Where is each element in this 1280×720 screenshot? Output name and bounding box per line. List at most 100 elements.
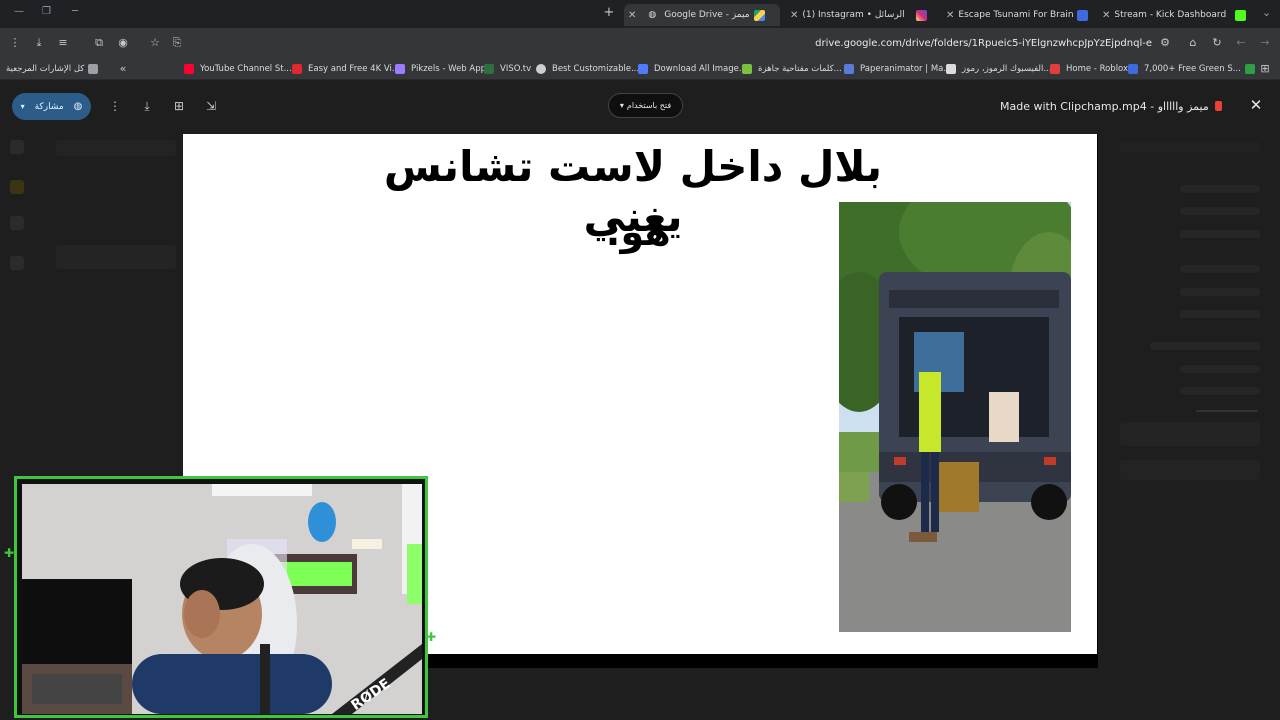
bookmark-pikzels[interactable]: Pikzels - Web App <box>395 62 486 76</box>
open-with-label: فتح باستخدام <box>626 101 672 110</box>
v-icon <box>292 64 302 74</box>
tab-label: Google Drive - ميمز <box>664 10 750 20</box>
bookmark-facebook-symbols[interactable]: الفيسبوك الرموز، رموز... <box>946 62 1051 76</box>
tab-close-icon[interactable]: ✕ <box>628 10 636 21</box>
instagram-favicon-icon <box>916 9 928 21</box>
video-file-icon <box>1214 101 1222 111</box>
bookmark-easy-free-4k[interactable]: Easy and Free 4K Vi... <box>292 62 400 76</box>
pen-icon <box>844 64 854 74</box>
bookmark-label: YouTube Channel St... <box>200 64 292 74</box>
apps-grid-icon[interactable]: ⊞ <box>1258 62 1272 76</box>
bookmarks-bar: ⊞ كل الإشارات المرجعية « YouTube Channel… <box>0 58 1280 80</box>
bookmark-label: 7,000+ Free Green S... <box>1144 64 1241 74</box>
open-with-button[interactable]: ▾ فتح باستخدام <box>608 93 683 118</box>
bookmark-green-screen[interactable]: 7,000+ Free Green S... <box>1128 62 1255 76</box>
dropdown-caret-icon: ▾ <box>20 102 25 111</box>
share-button[interactable]: ▾ مشاركة ◍ <box>12 93 91 120</box>
bookmark-label: VISO.tv <box>500 64 532 74</box>
tab-audio-icon: ◍ <box>648 10 657 20</box>
bookmark-label: Download All Image... <box>654 64 747 74</box>
home-icon[interactable]: ⌂ <box>1186 36 1200 50</box>
address-bar[interactable]: drive.google.com/drive/folders/1Rpueic5-… <box>760 34 1152 53</box>
tab-escape-tsunami[interactable]: ✕ Escape Tsunami For Brainrots! <box>942 4 1092 26</box>
pikzels-icon <box>395 64 405 74</box>
webcam-overlay: RØDE <box>14 476 428 718</box>
bookmark-paperanimator[interactable]: Paperanimator | Ma... <box>844 62 951 76</box>
extension-icon[interactable]: ≡ <box>56 36 70 50</box>
globe-icon: ◍ <box>73 101 83 112</box>
bookmark-roblox[interactable]: Home - Roblox <box>1050 62 1128 76</box>
bookmark-keywords[interactable]: كلمات مفتاحية جاهزة... <box>742 62 842 76</box>
bookmark-label: كلمات مفتاحية جاهزة... <box>758 64 842 74</box>
install-app-icon[interactable]: ⎘ <box>170 36 184 50</box>
bookmark-label: Paperanimator | Ma... <box>860 64 952 74</box>
page-icon <box>946 64 956 74</box>
slide-subtitle: هو: <box>605 210 671 254</box>
tab-close-icon[interactable]: ✕ <box>1102 10 1110 21</box>
file-title-text: Made with Clipchamp.mp4 - ميمز واااااو <box>1000 99 1209 113</box>
share-label: مشاركة <box>34 101 64 112</box>
bookmark-label: كل الإشارات المرجعية <box>6 64 85 74</box>
window-close-icon[interactable]: ─ <box>72 6 78 17</box>
bookmark-label: Pikzels - Web App <box>411 64 487 74</box>
youtube-icon <box>184 64 194 74</box>
bookmark-viso[interactable]: VISO.tv <box>484 62 531 76</box>
site-settings-icon[interactable]: ⚙ <box>1158 36 1172 50</box>
arrow-up-icon <box>742 64 752 74</box>
roblox-favicon-icon <box>1077 9 1088 21</box>
forward-icon[interactable]: ← <box>1234 36 1248 50</box>
browser-toolbar: ⋮ ⤓ ≡ ⧉ ◉ ☆ ⎘ drive.google.com/drive/fol… <box>0 28 1280 58</box>
tab-google-drive[interactable]: ✕ ◍ Google Drive - ميمز <box>624 4 780 26</box>
tab-instagram[interactable]: ✕ (1) Instagram • الرسائل <box>786 4 936 26</box>
window-restore-icon[interactable]: ❐ <box>42 6 51 17</box>
viso-icon <box>484 64 494 74</box>
extensions-puzzle-icon[interactable]: ⧉ <box>92 36 106 50</box>
tab-close-icon[interactable]: ✕ <box>790 10 798 21</box>
bookmark-label: الفيسبوك الرموز، رموز... <box>962 64 1052 74</box>
more-options-icon[interactable]: ⋮ <box>107 98 123 114</box>
tab-search-icon[interactable]: ⌄ <box>1262 6 1271 19</box>
menu-kebab-icon[interactable]: ⋮ <box>8 36 22 50</box>
close-icon: ✕ <box>1249 96 1263 114</box>
tab-label: Escape Tsunami For Brainrots! <box>958 10 1074 20</box>
kick-favicon-icon <box>1235 9 1246 21</box>
webcam-feed: RØDE <box>22 484 422 714</box>
close-preview-button[interactable]: ✕ <box>1247 96 1265 114</box>
browser-tab-strip: — ❐ ─ + ✕ ◍ Google Drive - ميمز ✕ (1) In… <box>0 0 1280 28</box>
reload-icon[interactable]: ↻ <box>1210 36 1224 50</box>
file-title: Made with Clipchamp.mp4 - ميمز واااااو <box>1000 97 1222 115</box>
url-text: drive.google.com/drive/folders/1Rpueic5-… <box>815 38 1152 49</box>
download-icon[interactable]: ⤓ <box>32 36 46 50</box>
resize-handle-icon[interactable]: ✚ <box>426 631 436 643</box>
move-to-folder-icon[interactable]: ⇲ <box>203 98 219 114</box>
green-logo-icon <box>1244 64 1255 74</box>
profile-icon[interactable]: ◉ <box>116 36 130 50</box>
bookmarks-overflow-icon[interactable]: « <box>116 62 130 76</box>
resize-handle-icon[interactable]: ✚ <box>4 547 14 559</box>
bookmark-download-images[interactable]: Download All Image... <box>638 62 747 76</box>
dropdown-caret-icon: ▾ <box>619 101 624 110</box>
globe-icon <box>536 64 546 74</box>
bookmark-star-icon[interactable]: ☆ <box>148 36 162 50</box>
download-icon[interactable]: ⤓ <box>139 98 155 114</box>
folder-icon <box>88 64 98 74</box>
window-minimize-icon[interactable]: — <box>14 6 24 17</box>
v-logo-icon <box>638 64 648 74</box>
tab-close-icon[interactable]: ✕ <box>946 10 954 21</box>
drive-favicon-icon <box>753 9 765 21</box>
back-icon[interactable]: → <box>1258 36 1272 50</box>
garbage-truck-photo <box>839 202 1071 632</box>
square-logo-icon <box>1128 64 1138 74</box>
new-tab-icon[interactable]: + <box>602 6 616 20</box>
tab-label: (1) Instagram • الرسائل <box>802 10 905 20</box>
roblox-icon <box>1050 64 1060 74</box>
bookmark-label: Home - Roblox <box>1066 64 1129 74</box>
add-shortcut-icon[interactable]: ⊞ <box>171 98 187 114</box>
bookmark-youtube[interactable]: YouTube Channel St... <box>184 62 292 76</box>
bookmark-label: Easy and Free 4K Vi... <box>308 64 400 74</box>
bookmark-all[interactable]: كل الإشارات المرجعية <box>6 62 98 76</box>
bookmark-best-customizable[interactable]: Best Customizable... <box>536 62 639 76</box>
tab-kick-dashboard[interactable]: ✕ Stream - Kick Dashboard <box>1098 4 1250 26</box>
bookmark-label: Best Customizable... <box>552 64 640 74</box>
tab-label: Stream - Kick Dashboard <box>1114 10 1227 20</box>
